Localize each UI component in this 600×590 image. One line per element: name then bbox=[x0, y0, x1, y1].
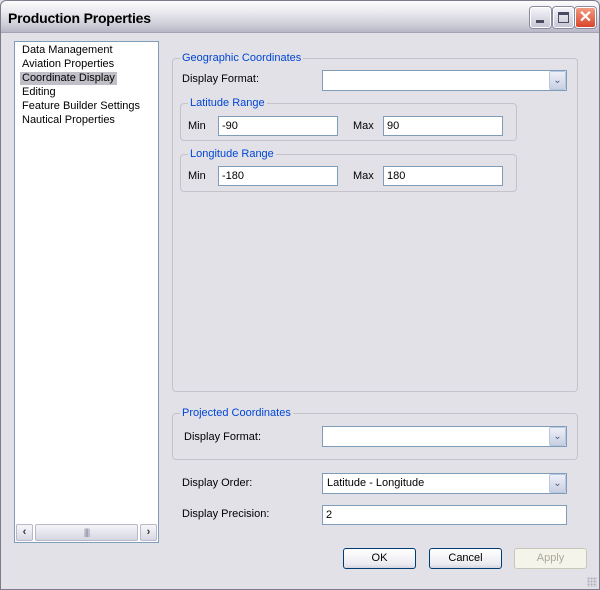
longitude-min-label: Min bbox=[188, 170, 206, 182]
resize-grip-icon[interactable] bbox=[587, 577, 597, 587]
longitude-min-input[interactable]: -180 bbox=[218, 166, 338, 186]
latitude-range-group: Latitude Range Min -90 Max 90 bbox=[180, 96, 517, 141]
geographic-coordinates-title: Geographic Coordinates bbox=[180, 51, 304, 65]
geo-display-format-select[interactable]: ⌄ bbox=[322, 70, 567, 91]
nav-item-data-management[interactable]: Data Management bbox=[20, 44, 115, 57]
display-order-select[interactable]: Latitude - Longitude ⌄ bbox=[322, 473, 567, 494]
nav-item-feature-builder-settings[interactable]: Feature Builder Settings bbox=[20, 100, 142, 113]
nav-item-editing[interactable]: Editing bbox=[20, 86, 58, 99]
latitude-range-title: Latitude Range bbox=[188, 96, 267, 110]
display-order-label: Display Order: bbox=[182, 477, 253, 489]
nav-item-aviation-properties[interactable]: Aviation Properties bbox=[20, 58, 116, 71]
close-icon: ✕ bbox=[578, 9, 593, 26]
scroll-left-button[interactable]: ‹ bbox=[16, 524, 33, 541]
window-title: Production Properties bbox=[8, 10, 151, 26]
proj-display-format-select[interactable]: ⌄ bbox=[322, 426, 567, 447]
grip-icon: |||| bbox=[83, 527, 90, 537]
chevron-down-icon[interactable]: ⌄ bbox=[549, 71, 566, 90]
title-bar[interactable]: Production Properties ✕ bbox=[1, 1, 599, 33]
maximize-button[interactable] bbox=[553, 7, 574, 28]
chevron-down-icon[interactable]: ⌄ bbox=[549, 474, 566, 493]
proj-display-format-label: Display Format: bbox=[184, 431, 262, 443]
latitude-max-input[interactable]: 90 bbox=[383, 116, 503, 136]
latitude-min-label: Min bbox=[188, 120, 206, 132]
horizontal-scrollbar[interactable]: ‹ |||| › bbox=[16, 524, 157, 541]
scroll-right-button[interactable]: › bbox=[140, 524, 157, 541]
apply-button[interactable]: Apply bbox=[514, 548, 587, 569]
longitude-max-label: Max bbox=[353, 170, 374, 182]
chevron-right-icon: › bbox=[146, 526, 151, 538]
scroll-thumb[interactable]: |||| bbox=[35, 524, 138, 541]
display-precision-label: Display Precision: bbox=[182, 508, 270, 520]
nav-item-coordinate-display[interactable]: Coordinate Display bbox=[20, 72, 117, 85]
projected-coordinates-title: Projected Coordinates bbox=[180, 406, 293, 420]
nav-item-nautical-properties[interactable]: Nautical Properties bbox=[20, 114, 117, 127]
latitude-min-input[interactable]: -90 bbox=[218, 116, 338, 136]
longitude-max-input[interactable]: 180 bbox=[383, 166, 503, 186]
longitude-range-group: Longitude Range Min -180 Max 180 bbox=[180, 147, 517, 192]
projected-coordinates-group: Projected Coordinates Display Format: ⌄ bbox=[172, 406, 578, 460]
category-list[interactable]: Data Management Aviation Properties Coor… bbox=[14, 41, 159, 543]
geographic-coordinates-group: Geographic Coordinates Display Format: ⌄… bbox=[172, 51, 578, 392]
ok-button[interactable]: OK bbox=[343, 548, 416, 569]
maximize-icon bbox=[558, 12, 569, 23]
production-properties-dialog: Production Properties ✕ Data Management … bbox=[0, 0, 600, 590]
chevron-down-icon[interactable]: ⌄ bbox=[549, 427, 566, 446]
display-order-value: Latitude - Longitude bbox=[327, 477, 425, 489]
minimize-button[interactable] bbox=[530, 7, 551, 28]
geo-display-format-label: Display Format: bbox=[182, 73, 260, 85]
chevron-left-icon: ‹ bbox=[22, 526, 27, 538]
latitude-max-label: Max bbox=[353, 120, 374, 132]
cancel-button[interactable]: Cancel bbox=[429, 548, 502, 569]
close-button[interactable]: ✕ bbox=[575, 7, 596, 28]
longitude-range-title: Longitude Range bbox=[188, 147, 276, 161]
display-precision-input[interactable]: 2 bbox=[322, 505, 567, 525]
minimize-icon bbox=[536, 20, 544, 23]
